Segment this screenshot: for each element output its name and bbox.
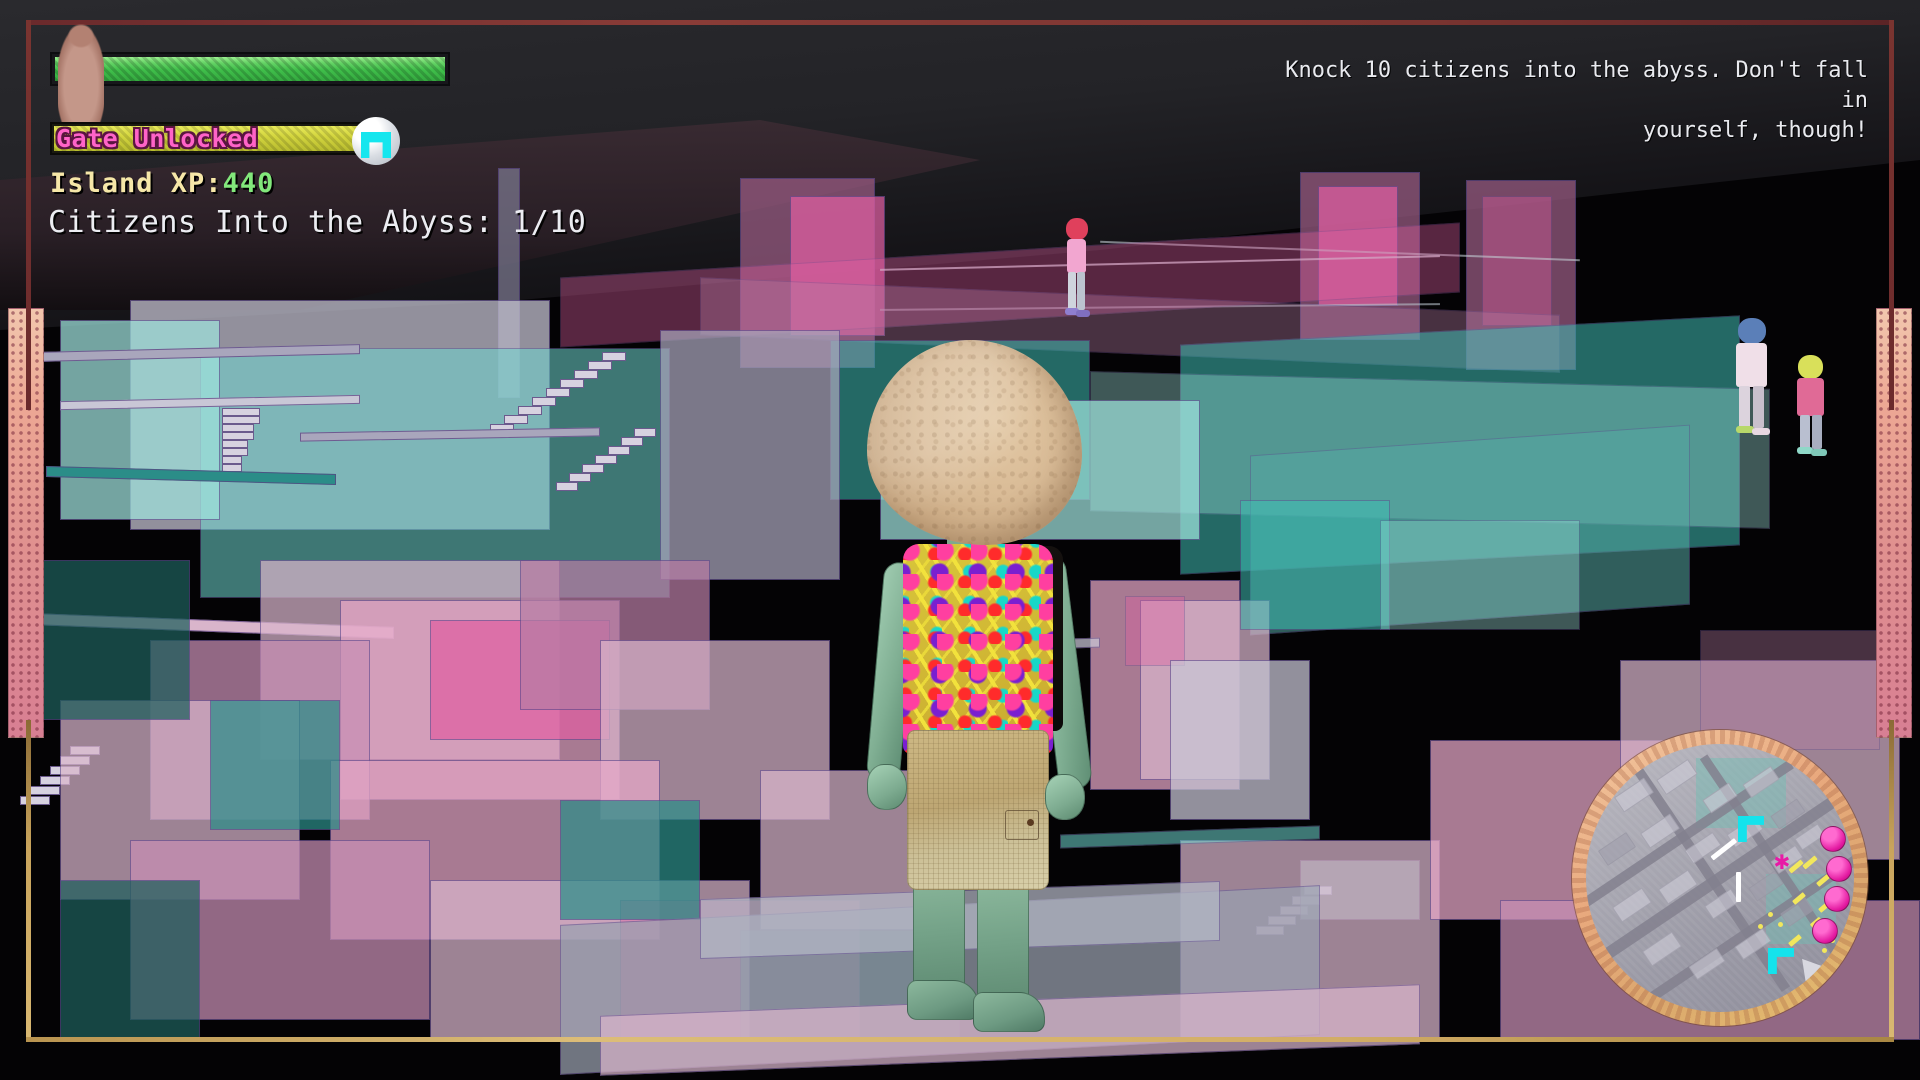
building-right xyxy=(1700,630,1880,750)
building-right xyxy=(1125,596,1185,666)
citizen-head xyxy=(1798,355,1823,379)
player-shorts-pocket xyxy=(1005,810,1039,840)
citizen-torso xyxy=(1736,343,1767,387)
building-teal xyxy=(210,700,340,830)
player-head xyxy=(867,340,1082,545)
player-foot-right xyxy=(973,992,1045,1032)
citizen-legs xyxy=(1077,272,1085,310)
building-right xyxy=(1500,900,1920,1040)
game-viewport xyxy=(0,0,1920,1080)
citizen-head xyxy=(1066,218,1088,240)
citizen-shoe xyxy=(1076,310,1090,317)
citizen-far xyxy=(1058,218,1094,318)
building-right xyxy=(1380,520,1580,630)
citizen-legs xyxy=(1753,386,1764,428)
building-mid xyxy=(660,330,840,580)
citizen-tall xyxy=(1728,318,1776,436)
building-right xyxy=(1170,660,1310,820)
player-avatar xyxy=(855,340,1115,1060)
citizen-shoe xyxy=(1752,428,1770,435)
building-teal xyxy=(60,880,200,1040)
citizen-legs xyxy=(1812,415,1822,449)
citizen-head xyxy=(1738,318,1766,344)
pillar-right xyxy=(1876,308,1912,738)
citizen-legs xyxy=(1739,386,1750,428)
player-hand-right xyxy=(1045,774,1085,820)
player-shirt xyxy=(903,544,1053,754)
building-teal xyxy=(560,800,700,920)
building-teal xyxy=(40,560,190,720)
citizen-torso xyxy=(1797,378,1824,416)
citizen-shoe xyxy=(1811,449,1827,456)
building-right xyxy=(1240,500,1390,630)
citizen-legs xyxy=(1068,272,1076,310)
pillar-left xyxy=(8,308,44,738)
player-hand-left xyxy=(867,764,907,810)
player-foot-left xyxy=(907,980,979,1020)
building-far xyxy=(1482,196,1552,326)
citizen-short xyxy=(1790,355,1832,455)
citizen-torso xyxy=(1067,239,1086,273)
citizen-legs xyxy=(1800,415,1810,449)
